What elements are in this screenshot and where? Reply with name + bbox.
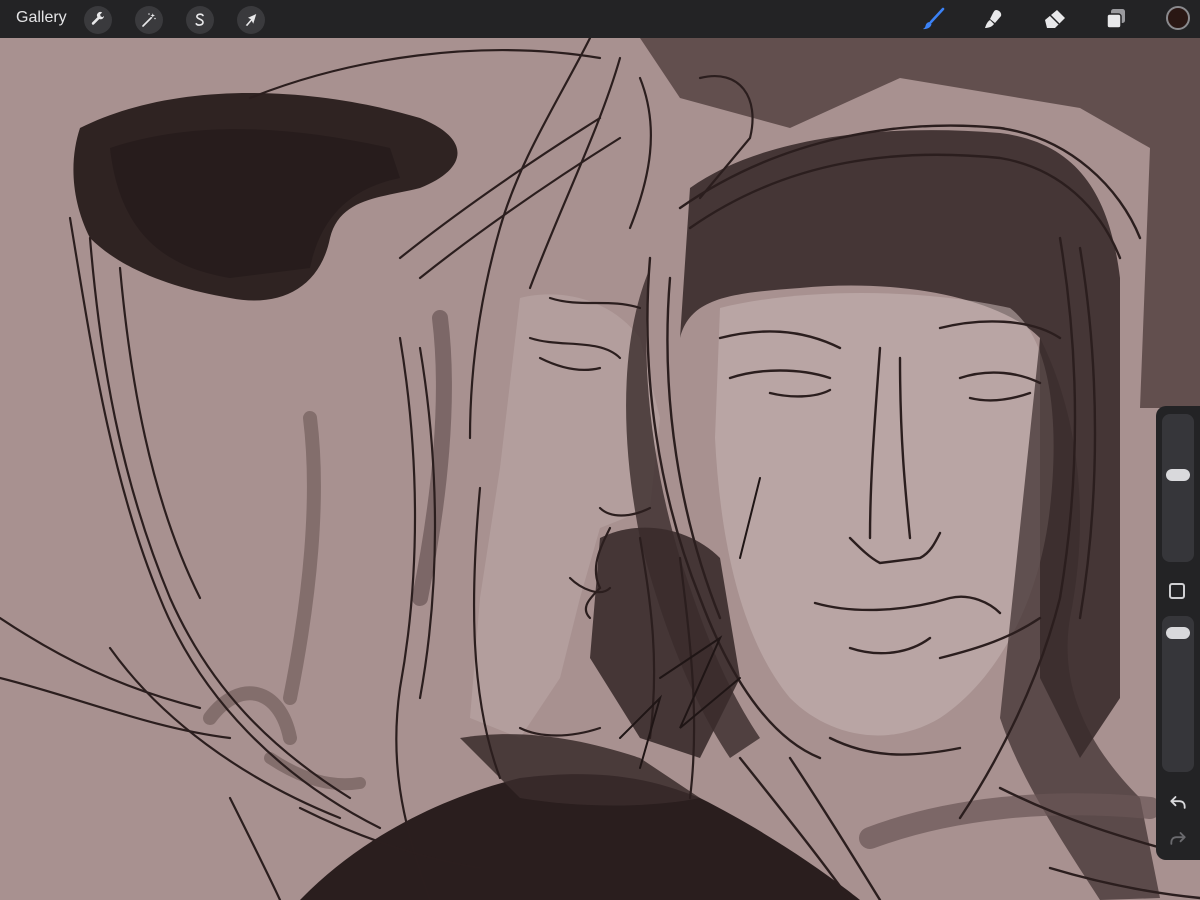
color-swatch[interactable] xyxy=(1166,6,1190,30)
redo-button[interactable] xyxy=(1166,826,1190,850)
brush-tool-button[interactable] xyxy=(918,4,948,34)
drawing-canvas[interactable] xyxy=(0,38,1200,900)
modify-button[interactable] xyxy=(1169,583,1185,599)
undo-icon xyxy=(1170,796,1186,809)
transform-button[interactable] xyxy=(237,6,265,34)
smudge-tool-button[interactable] xyxy=(978,4,1008,34)
brush-sidebar xyxy=(1156,406,1200,860)
brush-size-slider[interactable] xyxy=(1162,414,1194,562)
top-toolbar: Gallery xyxy=(0,0,1200,38)
arrow-cursor-icon xyxy=(245,14,257,26)
actions-button[interactable] xyxy=(84,6,112,34)
gallery-button[interactable]: Gallery xyxy=(16,9,67,27)
layers-button[interactable] xyxy=(1101,4,1131,34)
brush-icon xyxy=(923,7,945,30)
smudge-icon xyxy=(985,10,1002,28)
eraser-icon xyxy=(1045,10,1065,28)
brush-size-thumb[interactable] xyxy=(1166,469,1190,482)
adjustments-button[interactable] xyxy=(135,6,163,34)
selection-s-icon xyxy=(195,13,204,26)
magic-wand-icon xyxy=(142,13,156,27)
selection-button[interactable] xyxy=(186,6,214,34)
sketch-artwork xyxy=(0,38,1200,900)
layers-icon xyxy=(1106,9,1125,29)
wrench-icon xyxy=(91,11,105,25)
redo-icon xyxy=(1170,832,1186,845)
brush-opacity-slider[interactable] xyxy=(1162,616,1194,772)
undo-button[interactable] xyxy=(1166,790,1190,814)
brush-opacity-thumb[interactable] xyxy=(1166,626,1190,639)
eraser-tool-button[interactable] xyxy=(1040,4,1070,34)
